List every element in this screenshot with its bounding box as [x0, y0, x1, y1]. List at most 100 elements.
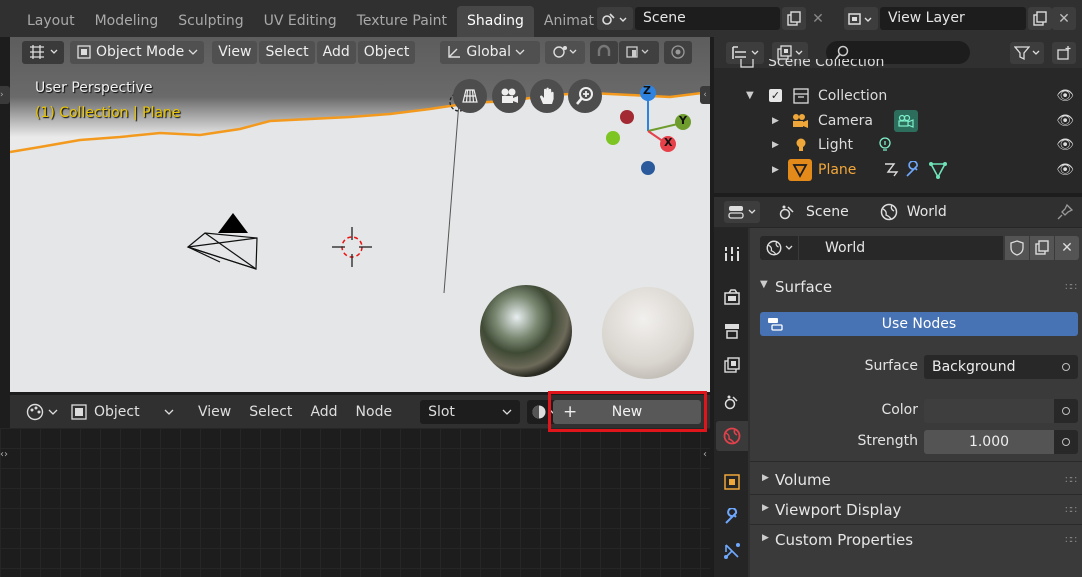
- world-properties-tab[interactable]: [716, 421, 748, 451]
- transform-orientation-dropdown[interactable]: Global: [440, 40, 541, 64]
- mesh-icon: [788, 158, 812, 181]
- menu-select[interactable]: Select: [259, 40, 315, 64]
- snap-toggle[interactable]: [590, 40, 619, 64]
- particle-properties-icon[interactable]: [721, 540, 743, 562]
- scene-collection-icon: [740, 59, 754, 68]
- camera-view-icon[interactable]: [492, 79, 526, 113]
- scene-icon[interactable]: [597, 7, 633, 30]
- node-editor-type-button[interactable]: [25, 402, 58, 422]
- expand-arrow-icon[interactable]: ▶: [772, 116, 779, 126]
- new-view-layer-icon[interactable]: [1028, 7, 1052, 30]
- node-sidebar-toggle[interactable]: ‹: [700, 447, 710, 463]
- duplicate-world-icon[interactable]: [1030, 236, 1054, 260]
- outliner-row-collection[interactable]: ▼ ✓ Collection 👁: [714, 83, 1082, 108]
- pivot-point-dropdown[interactable]: [545, 40, 586, 64]
- unlink-world-icon[interactable]: ✕: [1055, 236, 1079, 260]
- tab-animation[interactable]: Animat: [534, 6, 594, 37]
- world-browse-dropdown[interactable]: [760, 236, 798, 260]
- node-toolbar-toggle[interactable]: ‹›: [0, 447, 16, 463]
- object-mode-dropdown[interactable]: Object Mode: [70, 40, 205, 64]
- menu-object[interactable]: Object: [357, 40, 416, 64]
- 3d-viewport[interactable]: Z Y X Object Mode View Select Add Object…: [10, 37, 710, 392]
- surface-shader-value: Background: [932, 359, 1016, 375]
- outliner-row-scene-collection[interactable]: Scene Collection: [714, 59, 1082, 75]
- node-menu-view[interactable]: View: [198, 404, 231, 420]
- color-socket-button[interactable]: [1054, 399, 1078, 423]
- tab-shading[interactable]: Shading: [457, 6, 534, 37]
- tab-texture-paint[interactable]: Texture Paint: [347, 6, 457, 37]
- outliner-row-plane[interactable]: ▶ Plane 👁: [714, 157, 1082, 182]
- expand-arrow-icon[interactable]: ▶: [772, 165, 779, 175]
- node-editor-canvas[interactable]: [0, 428, 712, 577]
- output-properties-icon[interactable]: [721, 320, 743, 342]
- view-layer-properties-icon[interactable]: [721, 354, 743, 376]
- new-scene-icon[interactable]: [782, 7, 806, 30]
- properties-content: World ✕ ▼ Surface ∷∷ Use Nodes Surface B…: [750, 228, 1082, 577]
- strength-field[interactable]: 1.000: [924, 430, 1054, 454]
- custom-properties-panel-header[interactable]: ▶ Custom Properties ∷∷: [750, 526, 1082, 554]
- eye-icon[interactable]: 👁: [1056, 113, 1074, 129]
- snap-target-dropdown[interactable]: [619, 40, 660, 64]
- camera-data-icon[interactable]: [894, 109, 918, 132]
- node-menu-add[interactable]: Add: [310, 404, 337, 420]
- tool-settings-icon[interactable]: [721, 243, 743, 265]
- delete-scene-icon[interactable]: ✕: [806, 7, 830, 30]
- expand-arrow-icon[interactable]: ▶: [772, 140, 779, 150]
- sidebar-toggle[interactable]: ‹: [700, 86, 710, 104]
- slot-dropdown[interactable]: Slot: [420, 399, 521, 424]
- node-menu-node[interactable]: Node: [356, 404, 393, 420]
- view-layer-icon[interactable]: [844, 7, 878, 30]
- scene-name-field[interactable]: Scene: [635, 7, 780, 30]
- tab-sculpting[interactable]: Sculpting: [168, 6, 253, 37]
- tab-layout[interactable]: Layout: [0, 6, 85, 37]
- use-nodes-button[interactable]: Use Nodes: [760, 312, 1078, 336]
- modifier-properties-icon[interactable]: [721, 506, 743, 528]
- delete-view-layer-icon[interactable]: ✕: [1052, 7, 1076, 30]
- surface-label: Surface: [864, 358, 918, 374]
- drag-grip-icon[interactable]: ∷∷: [1065, 505, 1077, 516]
- object-properties-icon[interactable]: [721, 471, 743, 493]
- outliner-row-light[interactable]: ▶ Light 👁: [714, 132, 1082, 157]
- outliner: Scene Collection ▼ ✓ Collection 👁 ▶ Came…: [714, 37, 1082, 193]
- shader-type-dropdown[interactable]: Object: [70, 403, 174, 421]
- scene-properties-icon[interactable]: [721, 391, 743, 413]
- node-menu-select[interactable]: Select: [249, 404, 292, 420]
- render-properties-icon[interactable]: [721, 286, 743, 308]
- view-layer-field[interactable]: View Layer: [880, 7, 1026, 30]
- pan-hand-icon[interactable]: [530, 79, 564, 113]
- menu-add[interactable]: Add: [316, 40, 356, 64]
- toggle-view-grid-icon[interactable]: [453, 79, 487, 113]
- toolbar-toggle[interactable]: ›: [0, 86, 10, 104]
- gizmo-x-label[interactable]: X: [664, 136, 672, 149]
- menu-view[interactable]: View: [212, 40, 258, 64]
- eye-icon[interactable]: 👁: [1056, 88, 1074, 104]
- expand-arrow-icon[interactable]: ▼: [746, 90, 754, 101]
- tab-modeling[interactable]: Modeling: [85, 6, 169, 37]
- gizmo-z-label[interactable]: Z: [643, 84, 651, 97]
- surface-panel-header[interactable]: ▼ Surface ∷∷: [750, 272, 1082, 302]
- breadcrumb-world[interactable]: World: [907, 204, 947, 220]
- world-name-field[interactable]: World: [799, 236, 1003, 260]
- tab-uv-editing[interactable]: UV Editing: [254, 6, 347, 37]
- outliner-row-camera[interactable]: ▶ Camera 👁: [714, 108, 1082, 133]
- properties-editor-type-icon[interactable]: [724, 201, 760, 223]
- surface-shader-field[interactable]: Background: [924, 355, 1078, 379]
- checkbox-icon[interactable]: ✓: [769, 89, 782, 102]
- editor-type-button[interactable]: [22, 40, 64, 64]
- eye-icon[interactable]: 👁: [1056, 162, 1074, 178]
- view-layer-group: View Layer ✕: [844, 6, 1076, 31]
- drag-grip-icon[interactable]: ∷∷: [1065, 475, 1077, 486]
- drag-grip-icon[interactable]: ∷∷: [1065, 282, 1077, 293]
- volume-panel-header[interactable]: ▶ Volume ∷∷: [750, 466, 1082, 494]
- drag-grip-icon[interactable]: ∷∷: [1065, 535, 1077, 546]
- panel-divider: [750, 524, 1082, 525]
- strength-socket-button[interactable]: [1054, 430, 1078, 454]
- eye-icon[interactable]: 👁: [1056, 137, 1074, 153]
- proportional-editing-toggle[interactable]: [664, 40, 693, 64]
- zoom-icon[interactable]: [568, 79, 602, 113]
- gizmo-y-label[interactable]: Y: [679, 114, 687, 127]
- viewport-display-panel-header[interactable]: ▶ Viewport Display ∷∷: [750, 496, 1082, 524]
- breadcrumb-scene[interactable]: Scene: [806, 204, 849, 220]
- color-swatch[interactable]: [924, 399, 1054, 423]
- fake-user-icon[interactable]: [1005, 236, 1029, 260]
